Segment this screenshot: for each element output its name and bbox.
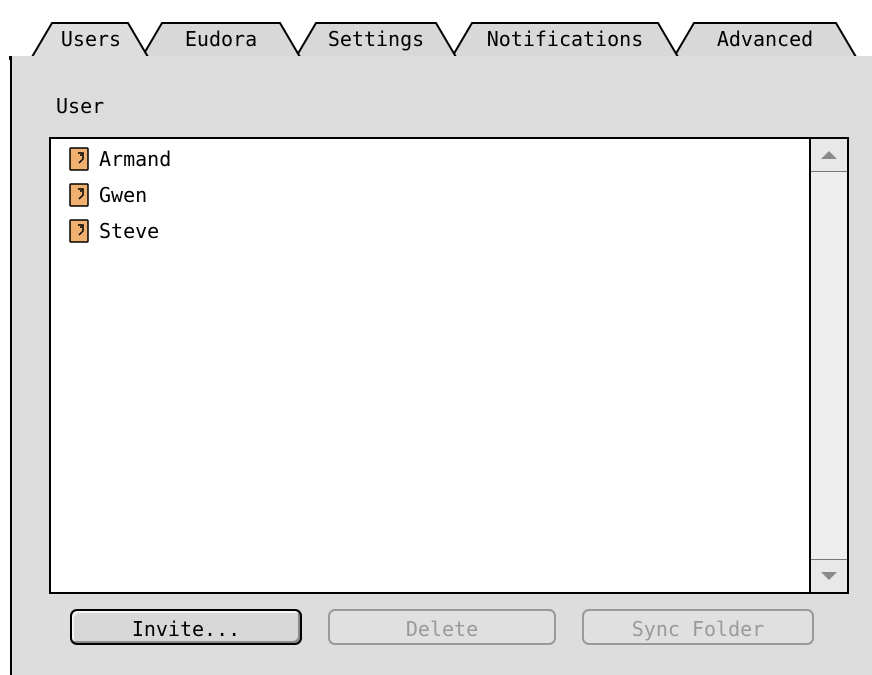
tab-users[interactable]: Users xyxy=(50,22,132,56)
tab-notifications[interactable]: Notifications xyxy=(470,22,660,56)
user-list[interactable]: Armand Gwen Steve xyxy=(49,137,849,594)
sync-folder-button[interactable]: Sync Folder xyxy=(582,609,814,645)
users-panel: User Armand Gwen Steve Invite... Delete … xyxy=(10,56,872,675)
scroll-up-button[interactable] xyxy=(811,139,847,172)
list-item-steve[interactable]: Steve xyxy=(69,215,159,247)
user-name: Steve xyxy=(99,219,160,243)
delete-button[interactable]: Delete xyxy=(328,609,556,645)
user-section-label: User xyxy=(56,94,105,118)
tab-advanced[interactable]: Advanced xyxy=(692,22,838,56)
user-name: Armand xyxy=(99,147,172,171)
user-name: Gwen xyxy=(99,183,148,207)
scroll-down-button[interactable] xyxy=(811,559,847,592)
list-item-armand[interactable]: Armand xyxy=(69,143,171,175)
user-card-icon xyxy=(69,219,89,243)
user-card-icon xyxy=(69,183,89,207)
user-card-icon xyxy=(69,147,89,171)
list-item-gwen[interactable]: Gwen xyxy=(69,179,147,211)
scroll-down-arrow-icon xyxy=(821,572,837,580)
invite-button[interactable]: Invite... xyxy=(70,609,302,645)
tab-eudora[interactable]: Eudora xyxy=(160,22,282,56)
vertical-scrollbar[interactable] xyxy=(809,139,847,592)
tab-settings[interactable]: Settings xyxy=(314,22,438,56)
scroll-up-arrow-icon xyxy=(821,151,837,159)
